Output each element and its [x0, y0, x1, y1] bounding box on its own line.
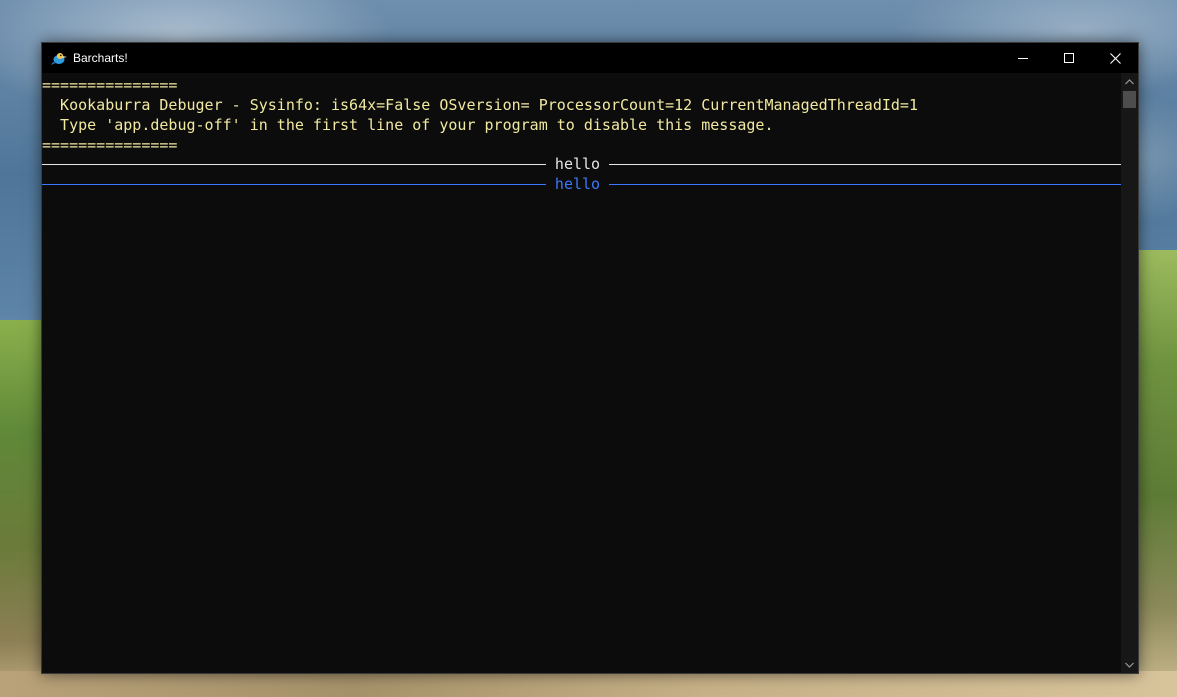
horizontal-rule-hello-blue: hello [42, 174, 1121, 194]
chevron-up-icon [1125, 78, 1134, 84]
debug-sysinfo-line: Kookaburra Debuger - Sysinfo: is64x=Fals… [42, 96, 918, 114]
close-icon [1109, 52, 1121, 64]
title-bar[interactable]: Barcharts! [42, 43, 1138, 73]
rule-right-segment [609, 164, 1121, 165]
rule-label: hello [554, 175, 601, 193]
minimize-icon [1018, 58, 1028, 59]
wallpaper-sand [0, 671, 1177, 697]
debug-separator-bottom: =============== [42, 136, 178, 154]
chevron-down-icon [1125, 662, 1134, 668]
horizontal-rule-hello-white: hello [42, 154, 1121, 174]
minimize-button[interactable] [1000, 43, 1046, 73]
rule-left-segment [42, 184, 546, 185]
scroll-down-button[interactable] [1121, 656, 1138, 673]
rule-left-segment [42, 164, 546, 165]
scroll-up-button[interactable] [1121, 73, 1138, 90]
rule-right-segment [609, 184, 1121, 185]
window-title: Barcharts! [73, 51, 128, 65]
scroll-thumb[interactable] [1123, 91, 1136, 108]
vertical-scrollbar[interactable] [1121, 73, 1138, 673]
close-button[interactable] [1092, 43, 1138, 73]
kookaburra-bird-icon [51, 53, 67, 65]
debug-separator-top: =============== [42, 76, 178, 94]
console-output[interactable]: =============== Kookaburra Debuger - Sys… [42, 73, 1121, 673]
rule-label: hello [554, 155, 601, 173]
maximize-button[interactable] [1046, 43, 1092, 73]
app-window: Barcharts! =============== Kookaburra De… [41, 42, 1139, 674]
debug-hint-line: Type 'app.debug-off' in the first line o… [42, 116, 774, 134]
maximize-icon [1064, 53, 1074, 63]
